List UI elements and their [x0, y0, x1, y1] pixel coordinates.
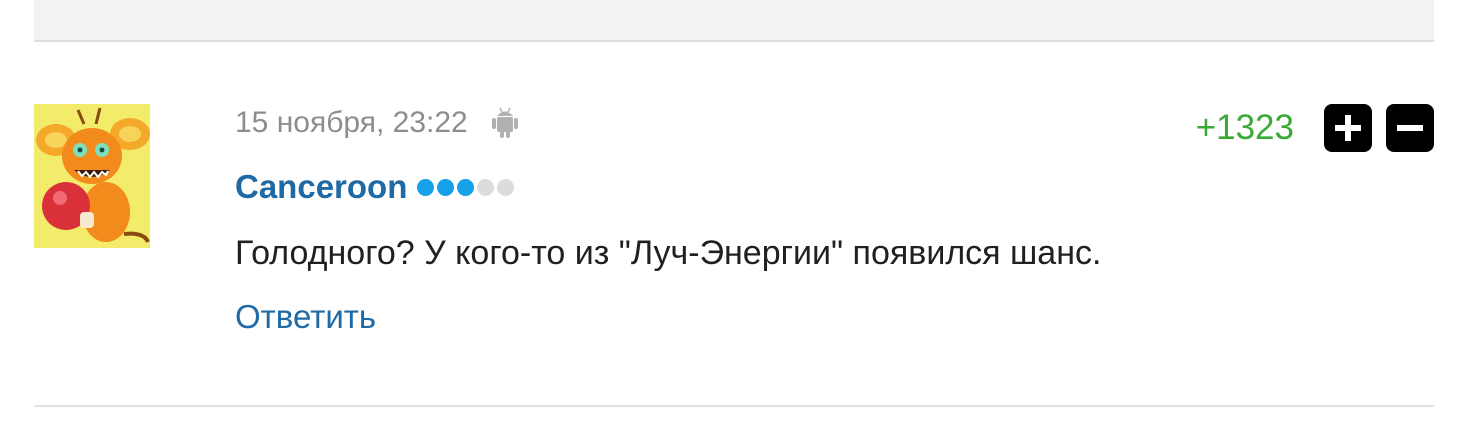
vote-controls: +1323	[1196, 104, 1434, 152]
downvote-button[interactable]	[1386, 104, 1434, 152]
avatar[interactable]	[34, 104, 150, 248]
comment-date: 15 ноября, 23:22	[235, 106, 468, 139]
author-row: Canceroon	[235, 166, 1434, 208]
comment-score: +1323	[1195, 108, 1294, 147]
upvote-button[interactable]	[1324, 104, 1372, 152]
android-icon	[491, 107, 518, 139]
rating-dot-filled	[457, 178, 475, 196]
comment-text: Голодного? У кого-то из "Луч-Энергии" по…	[235, 234, 1102, 272]
avatar-image	[34, 104, 150, 248]
rating-dot-filled	[437, 178, 455, 196]
rating-dot-empty	[497, 178, 515, 196]
reply-link[interactable]: Ответить	[235, 298, 376, 336]
author-name[interactable]: Canceroon	[235, 168, 407, 206]
comment-item: 15 ноября, 23:22 Canceroon Голодного? У …	[34, 44, 1434, 408]
author-rating	[417, 178, 515, 196]
previous-comment-strip	[34, 0, 1434, 42]
rating-dot-filled	[417, 178, 435, 196]
rating-dot-empty	[477, 178, 495, 196]
comment-divider	[34, 405, 1434, 407]
